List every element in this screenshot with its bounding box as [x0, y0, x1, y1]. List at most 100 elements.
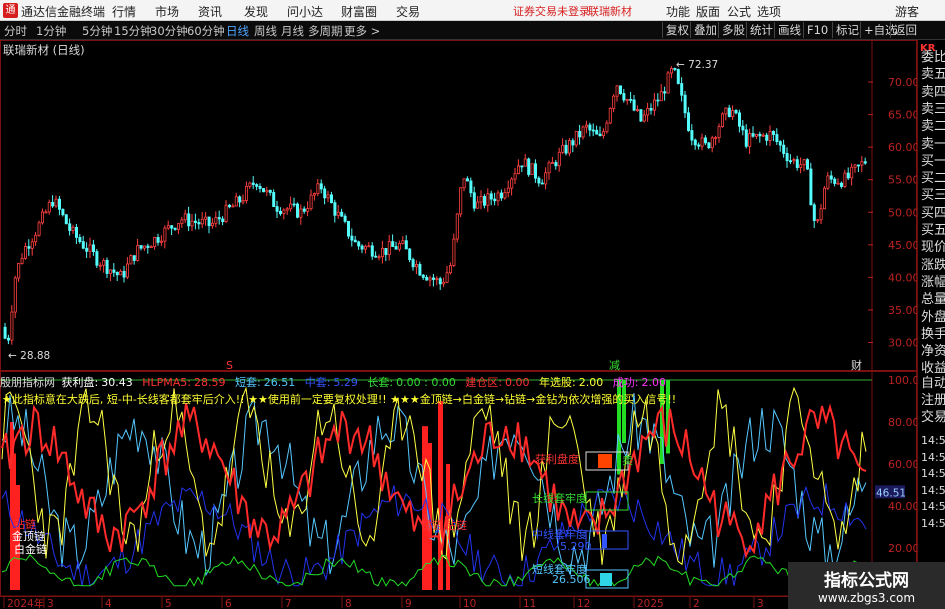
menu-guest[interactable]: 游客 — [895, 3, 919, 20]
tool-tongji[interactable]: 统计 — [746, 22, 776, 38]
menu-gongshi[interactable]: 公式 — [727, 3, 751, 20]
candle-body — [126, 263, 130, 278]
low-price-label: ← 28.88 — [8, 350, 50, 362]
candle-body — [789, 160, 793, 163]
candle-body — [442, 281, 446, 285]
candle-body — [653, 99, 657, 111]
candle-body — [513, 173, 517, 180]
tool-fuquan[interactable]: 复权 — [662, 22, 692, 38]
candle-body — [357, 241, 361, 247]
candle-body — [88, 244, 92, 252]
main-chart-frame — [0, 40, 917, 371]
menu-wenxiaoda[interactable]: 问小达 — [287, 3, 323, 20]
menu-jiaoyi[interactable]: 交易 — [396, 3, 420, 20]
candle-body — [823, 187, 827, 210]
candle-body — [421, 274, 425, 278]
candle-body — [210, 222, 214, 227]
chart-canvas[interactable]: 70.0065.0060.0055.0050.0045.0040.0035.00… — [0, 40, 917, 609]
quote-field-label: 卖一 — [921, 136, 945, 152]
indicator-name[interactable]: 殷朋指标网 — [0, 376, 55, 389]
candle-body — [312, 193, 316, 196]
candle-body — [268, 189, 272, 193]
quote-field-label: 净资 — [921, 344, 945, 360]
candle-body — [278, 210, 282, 215]
candle-body — [455, 213, 459, 240]
candle-body — [778, 141, 782, 146]
candle-body — [156, 237, 160, 243]
indicator-tick-label: 60.00 — [888, 458, 917, 471]
marker-s[interactable]: S — [226, 359, 233, 372]
candle-body — [809, 168, 813, 206]
candle-body — [374, 255, 378, 258]
period-fenshi[interactable]: 分时 — [4, 23, 27, 39]
candle-body — [564, 144, 568, 154]
candle-body — [768, 131, 772, 141]
price-tick-label: 45.00 — [888, 239, 917, 252]
candle-body — [23, 246, 27, 259]
field-nianxuangu: 年选股: 2.00 — [539, 376, 606, 389]
menu-xuanxiang[interactable]: 选项 — [757, 3, 781, 20]
menu-faxian[interactable]: 发现 — [244, 3, 268, 20]
field-label: 获利盘: — [61, 376, 99, 389]
xaxis-label: 3 — [47, 598, 54, 609]
period-30min[interactable]: 30分钟 — [150, 23, 188, 39]
quote-field-label: 买五 — [921, 223, 945, 238]
menu-hangqing[interactable]: 行情 — [112, 3, 136, 20]
candle-body — [704, 137, 708, 144]
candle-body — [785, 153, 789, 162]
candle-body — [717, 126, 721, 138]
candle-body — [850, 166, 854, 179]
trade-time: 14:56 — [921, 434, 945, 447]
period-weekly[interactable]: 周线 — [254, 23, 277, 39]
candle-body — [499, 192, 503, 199]
candle-body — [306, 208, 310, 212]
field-label: HLPMA5: — [142, 376, 191, 389]
candle-body — [159, 240, 163, 243]
candle-body — [343, 215, 347, 222]
menu-banmian[interactable]: 版面 — [696, 3, 720, 20]
period-daily[interactable]: 日线 — [226, 23, 249, 39]
period-15min[interactable]: 15分钟 — [114, 23, 152, 39]
price-tick-label: 65.00 — [888, 109, 917, 122]
tool-back[interactable]: 返回 — [890, 22, 920, 38]
candle-body — [517, 165, 521, 175]
tool-duogu[interactable]: 多股 — [718, 22, 748, 38]
candle-body — [687, 112, 691, 131]
menu-zixun[interactable]: 资讯 — [198, 3, 222, 20]
period-multi[interactable]: 多周期 — [308, 23, 343, 39]
candle-body — [170, 225, 174, 229]
candle-body — [602, 131, 606, 137]
marker-reduce[interactable]: 减 — [609, 359, 620, 372]
stock-link[interactable]: 联瑞新材 — [588, 3, 632, 19]
menu-caifuquan[interactable]: 财富圈 — [341, 3, 377, 20]
candle-body — [350, 235, 354, 241]
tool-biaoji[interactable]: 标记 — [832, 22, 862, 38]
candle-body — [680, 83, 684, 96]
candle-body — [683, 94, 687, 114]
candle-body — [482, 196, 486, 206]
candle-body — [30, 241, 34, 249]
candle-body — [139, 245, 143, 249]
menu-shichang[interactable]: 市场 — [155, 3, 179, 20]
candle-body — [163, 227, 167, 242]
mid-box-fill — [602, 534, 607, 548]
tool-f10[interactable]: F10 — [803, 22, 831, 38]
candle-body — [411, 259, 415, 268]
period-60min[interactable]: 60分钟 — [187, 23, 225, 39]
tool-huaxian[interactable]: 画线 — [774, 22, 804, 38]
menu-gongneng[interactable]: 功能 — [666, 3, 690, 20]
marker-finance[interactable]: 财 — [851, 358, 862, 372]
period-1min[interactable]: 1分钟 — [36, 23, 66, 39]
tool-diejia[interactable]: 叠加 — [690, 22, 720, 38]
candle-body — [724, 107, 728, 115]
period-monthly[interactable]: 月线 — [281, 23, 304, 39]
candle-body — [132, 255, 136, 261]
candle-body — [489, 193, 493, 200]
period-5min[interactable]: 5分钟 — [82, 23, 112, 39]
candle-body — [676, 69, 680, 84]
candle-body — [846, 172, 850, 179]
candle-body — [530, 163, 534, 175]
login-notice[interactable]: 证券交易未登录 — [513, 3, 590, 19]
period-more[interactable]: 更多 > — [344, 23, 380, 39]
candle-body — [612, 95, 616, 109]
